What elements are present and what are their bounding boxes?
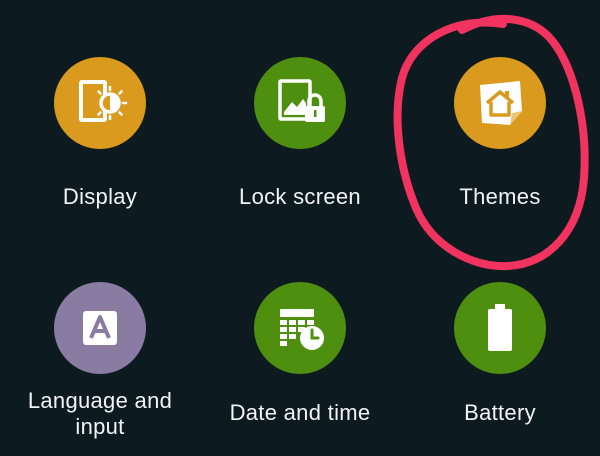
settings-item-label-line: Language and bbox=[27, 388, 173, 413]
settings-item-label: Date and time bbox=[229, 400, 371, 425]
settings-item-label: Display bbox=[62, 184, 138, 209]
language-icon bbox=[54, 282, 146, 374]
themes-icon bbox=[454, 57, 546, 149]
settings-item-label: Battery bbox=[464, 400, 536, 425]
settings-item-label: Lock screen bbox=[239, 184, 361, 209]
lock-screen-icon bbox=[254, 57, 346, 149]
settings-item-label: Language and input bbox=[0, 388, 200, 440]
settings-item-label-line: input bbox=[75, 414, 125, 439]
display-icon bbox=[54, 57, 146, 149]
settings-item-label: Themes bbox=[459, 184, 541, 209]
date-time-icon bbox=[254, 282, 346, 374]
settings-grid: Display Lock screen Themes Language and … bbox=[0, 0, 600, 456]
battery-icon bbox=[454, 282, 546, 374]
